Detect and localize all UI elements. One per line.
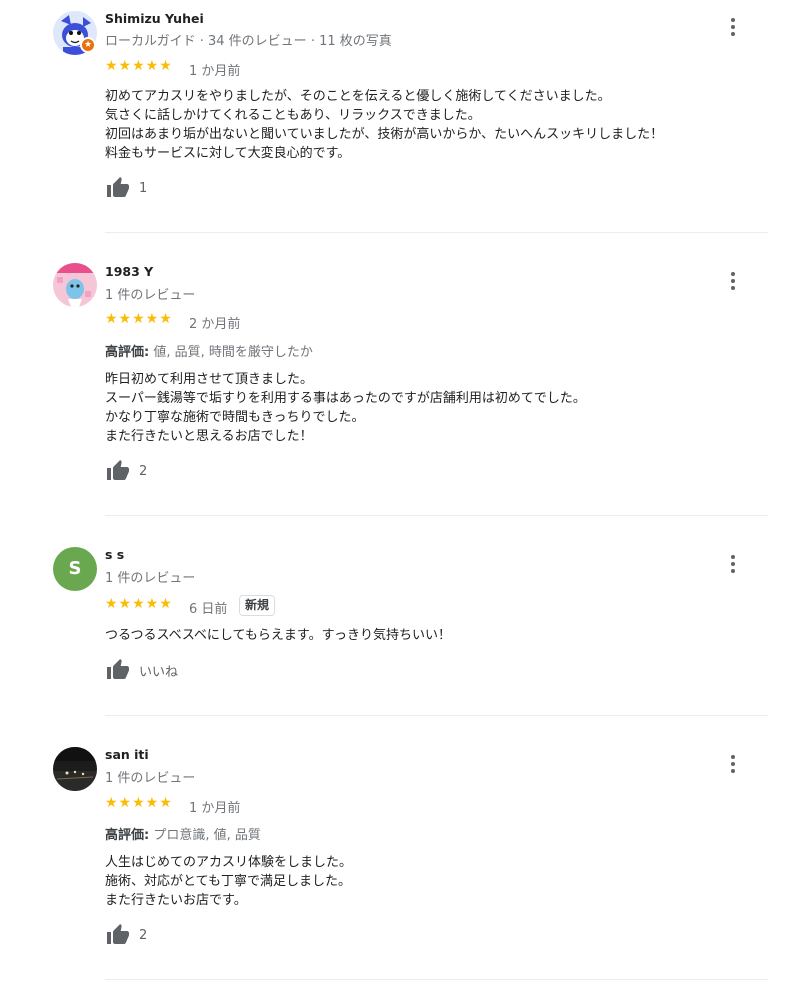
like-button[interactable]: 2	[105, 459, 147, 483]
divider	[105, 979, 768, 980]
like-count: 2	[139, 463, 148, 479]
local-guide-star-icon: ★	[80, 37, 96, 53]
star-rating: ★★★★★	[105, 795, 173, 811]
thumb-up-icon	[107, 177, 129, 197]
highlight-label: 高評価:	[105, 828, 150, 843]
review-line: 料金もサービスに対して大変良心的です。	[105, 146, 351, 161]
star-rating: ★★★★★	[105, 58, 173, 74]
avatar-illustration-image	[53, 263, 97, 307]
divider	[105, 232, 768, 233]
review-line: スーパー銭湯等で垢すりを利用する事はあったのですが店舗利用は初めてでした。	[105, 391, 586, 406]
new-badge: 新規	[239, 595, 276, 616]
review-highlights: 高評価: 値, 品質, 時間を厳守したか	[105, 341, 313, 360]
reviewer-meta: 1 件のレビュー	[105, 771, 196, 786]
review-text: 人生はじめてのアカスリ体験をしました。 施術、対応がとても丁寧で満足しました。 …	[105, 853, 352, 910]
more-vert-icon[interactable]	[725, 271, 741, 291]
review-line: また行きたいお店です。	[105, 893, 247, 908]
review-date: 2 か月前	[189, 317, 241, 332]
avatar-night-photo	[53, 747, 97, 791]
like-count: 2	[139, 927, 148, 943]
review-line: また行きたいと思えるお店でした！	[105, 429, 313, 444]
review-line: かなり丁寧な施術で時間もきっちりでした。	[105, 410, 365, 425]
reviewer-meta: ローカルガイド · 34 件のレビュー · 11 枚の写真	[105, 34, 392, 49]
review-highlights: 高評価: プロ意識, 値, 品質	[105, 824, 261, 843]
reviewer-name[interactable]: s s	[105, 547, 124, 562]
review-text: 初めてアカスリをやりましたが、そのことを伝えると優しく施術してくださいました。 …	[105, 87, 663, 163]
divider	[105, 515, 768, 516]
highlight-label: 高評価:	[105, 345, 150, 360]
like-button[interactable]: いいね	[105, 658, 178, 682]
review-date: 1 か月前	[189, 801, 241, 816]
like-count: 1	[139, 180, 148, 196]
divider	[105, 715, 768, 716]
thumb-up-icon	[107, 460, 129, 480]
star-rating: ★★★★★	[105, 311, 173, 327]
reviewer-name[interactable]: 1983 Y	[105, 264, 153, 279]
review-line: 施術、対応がとても丁寧で満足しました。	[105, 874, 351, 889]
review-text: つるつるスベスベにしてもらえます。すっきり気持ちいい！	[105, 626, 451, 645]
review-line: 初回はあまり垢が出ないと聞いていましたが、技術が高いからか、たいへんスッキリしま…	[105, 127, 664, 142]
review-line: 昨日初めて利用させて頂きました。	[105, 372, 314, 387]
thumb-up-icon	[107, 659, 129, 679]
review-line: つるつるスベスベにしてもらえます。すっきり気持ちいい！	[105, 628, 452, 643]
star-rating: ★★★★★	[105, 596, 173, 612]
reviewer-avatar[interactable]	[53, 747, 97, 791]
like-button[interactable]: 2	[105, 923, 147, 947]
reviewer-avatar[interactable]	[53, 263, 97, 307]
reviewer-name[interactable]: san iti	[105, 747, 149, 762]
review-line: 気さくに話しかけてくれることもあり、リラックスできました。	[105, 108, 481, 123]
highlight-value: 値, 品質, 時間を厳守したか	[149, 345, 313, 360]
review-line: 人生はじめてのアカスリ体験をしました。	[105, 855, 353, 870]
avatar-letter: S	[68, 558, 82, 579]
review-date: 1 か月前	[189, 64, 241, 79]
reviewer-meta: 1 件のレビュー	[105, 288, 196, 303]
reviewer-meta: 1 件のレビュー	[105, 571, 196, 586]
more-vert-icon[interactable]	[725, 17, 741, 37]
more-vert-icon[interactable]	[725, 754, 741, 774]
like-button[interactable]: 1	[105, 176, 147, 200]
like-label: いいね	[139, 664, 179, 680]
review-date: 6 日前	[189, 602, 228, 617]
reviewer-name[interactable]: Shimizu Yuhei	[105, 11, 204, 26]
review-text: 昨日初めて利用させて頂きました。 スーパー銭湯等で垢すりを利用する事はあったので…	[105, 370, 586, 446]
highlight-value: プロ意識, 値, 品質	[149, 828, 261, 843]
review-line: 初めてアカスリをやりましたが、そのことを伝えると優しく施術してくださいました。	[105, 89, 611, 104]
more-vert-icon[interactable]	[725, 554, 741, 574]
reviewer-avatar[interactable]: S	[53, 547, 97, 591]
thumb-up-icon	[107, 924, 129, 944]
